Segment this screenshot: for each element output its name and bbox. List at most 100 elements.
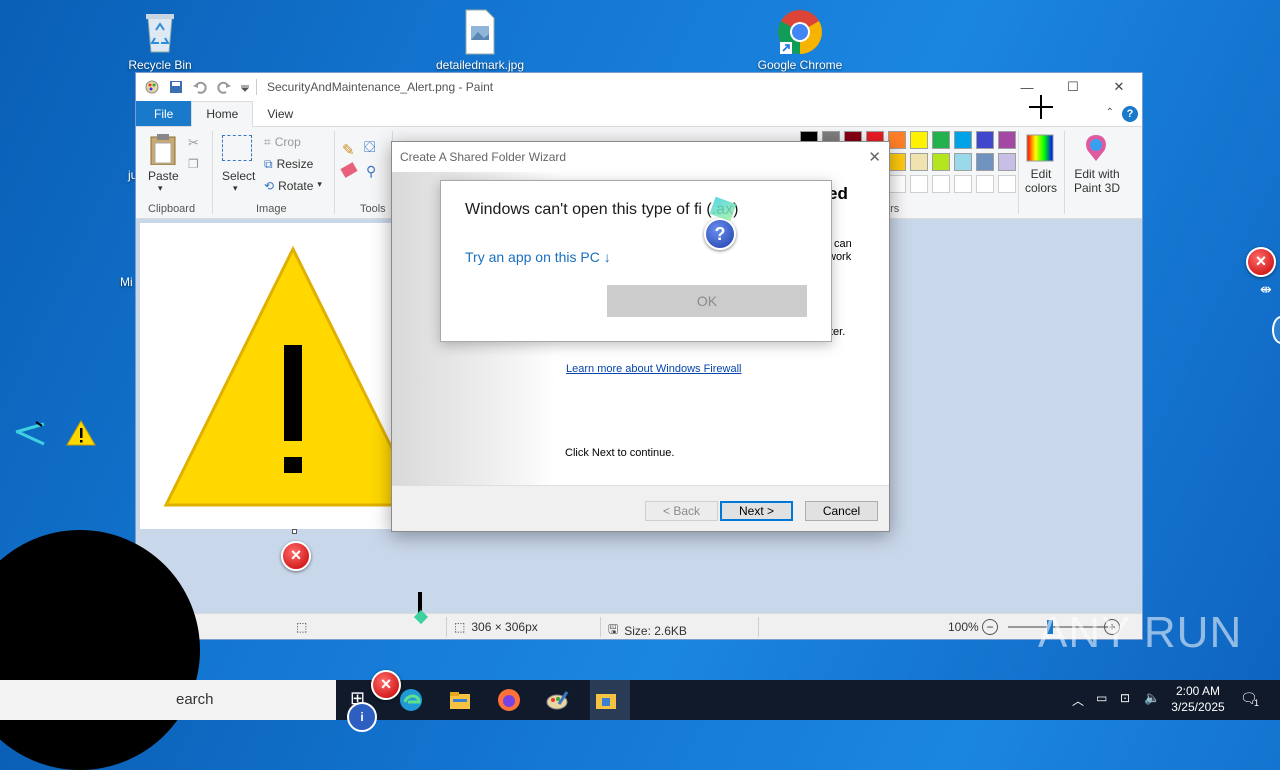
paste-label: Paste	[148, 169, 179, 183]
select-dropdown-icon[interactable]: ▾	[233, 183, 238, 194]
ok-button[interactable]: OK	[607, 285, 807, 317]
custom-color-swatch[interactable]	[910, 175, 928, 193]
tab-file[interactable]: File	[136, 101, 192, 126]
ribbon-tabs: File Home View ⌃ ?	[136, 101, 1142, 127]
image-file-icon	[456, 8, 504, 56]
color-swatch[interactable]	[932, 153, 950, 171]
firewall-link[interactable]: Learn more about Windows Firewall	[566, 363, 741, 375]
tray-chevron-icon[interactable]: ︿	[1072, 692, 1084, 709]
paste-button[interactable]	[148, 133, 178, 168]
file-size-text: Size: 2.6KB	[624, 623, 687, 638]
resize-label: Resize	[276, 157, 314, 171]
error-icon[interactable]: ×	[371, 670, 401, 700]
paste-dropdown-icon[interactable]: ▾	[158, 183, 163, 194]
paint3d-icon[interactable]	[1082, 133, 1110, 166]
try-app-link[interactable]: Try an app on this PC ↓	[465, 249, 611, 265]
resize-icon: ⧉	[264, 157, 273, 171]
paint-taskbar-icon[interactable]	[545, 688, 569, 712]
back-button[interactable]: < Back	[645, 501, 718, 521]
color-swatch[interactable]	[888, 131, 906, 149]
chrome-icon	[776, 8, 824, 56]
group-label-clipboard: Clipboard	[148, 203, 196, 215]
save-icon[interactable]	[168, 79, 184, 95]
desktop-icon-detailedmark[interactable]: detailedmark.jpg	[425, 8, 535, 72]
group-label-tools: Tools	[360, 203, 386, 215]
partial-icon	[1272, 316, 1280, 344]
eraser-icon[interactable]	[340, 162, 358, 178]
redo-icon[interactable]	[216, 79, 232, 95]
volume-icon[interactable]: 🔈	[1144, 690, 1160, 706]
search-placeholder: earch	[176, 691, 214, 708]
resize-handle[interactable]	[292, 529, 297, 534]
cut-icon[interactable]: ✂	[188, 135, 199, 151]
color-swatch[interactable]	[954, 131, 972, 149]
wizard-footer: < Back Next > Cancel	[392, 485, 889, 531]
edit-with-paint3d-label[interactable]: Edit with Paint 3D	[1072, 167, 1122, 195]
custom-color-swatch[interactable]	[976, 175, 994, 193]
custom-color-swatch[interactable]	[888, 175, 906, 193]
paint-app-icon	[144, 79, 160, 95]
edge-icon[interactable]	[399, 688, 423, 712]
canvas-dimensions: ⬚ 306 × 306px	[454, 620, 538, 634]
tab-home[interactable]: Home	[191, 101, 254, 127]
notification-count: 1	[1254, 698, 1260, 708]
network-icon[interactable]: ⊡	[1120, 691, 1130, 705]
color-swatch[interactable]	[888, 153, 906, 171]
wizard-close-icon[interactable]: ✕	[868, 148, 881, 166]
error-icon[interactable]: ×	[281, 541, 311, 571]
search-box[interactable]: earch	[0, 680, 336, 720]
copy-icon[interactable]: ❐	[188, 157, 199, 171]
edit-colors-label[interactable]: Edit colors	[1024, 167, 1058, 195]
close-button[interactable]: ✕	[1096, 73, 1142, 101]
warning-icon[interactable]	[66, 420, 96, 449]
paste-icon	[150, 134, 176, 166]
custom-color-swatch[interactable]	[932, 175, 950, 193]
crosshair-cursor-icon	[1028, 94, 1054, 123]
clock[interactable]: 2:00 AM 3/25/2025	[1168, 684, 1228, 714]
custom-color-swatch[interactable]	[998, 175, 1016, 193]
color-swatch[interactable]	[976, 131, 994, 149]
pencil-icon[interactable]: ✎	[342, 141, 355, 159]
color-swatch[interactable]	[910, 131, 928, 149]
wizard-taskbar-icon[interactable]	[594, 688, 618, 712]
arrow-down-icon: ↓	[603, 249, 611, 265]
color-swatch[interactable]	[910, 153, 928, 171]
rotate-label: Rotate	[278, 179, 314, 193]
color-swatch[interactable]	[998, 131, 1016, 149]
customize-qat-icon[interactable]	[240, 79, 250, 95]
fill-icon[interactable]: ⛋	[364, 139, 375, 156]
info-icon: i	[347, 702, 377, 732]
rotate-icon: ⟲	[264, 179, 275, 193]
desktop-icon-google-chrome[interactable]: Google Chrome	[745, 8, 855, 72]
color-swatch[interactable]	[954, 153, 972, 171]
desktop-label-fragment: Mi	[120, 275, 133, 289]
paint-titlebar: SecurityAndMaintenance_Alert.png - Paint…	[136, 73, 1142, 101]
zoom-out-button[interactable]: −	[982, 619, 998, 635]
color-swatch[interactable]	[998, 153, 1016, 171]
next-button[interactable]: Next >	[720, 501, 793, 521]
error-icon[interactable]: ×	[1246, 247, 1276, 277]
color-picker-icon[interactable]: ⚲	[366, 163, 376, 180]
select-label[interactable]: Select	[222, 169, 255, 183]
edit-colors-button[interactable]	[1025, 133, 1055, 166]
firefox-icon[interactable]	[497, 688, 521, 712]
collapse-ribbon-icon[interactable]: ⌃	[1106, 107, 1114, 118]
custom-color-swatch[interactable]	[954, 175, 972, 193]
tab-view[interactable]: View	[253, 101, 307, 126]
help-icon[interactable]: ?	[1122, 106, 1138, 122]
maximize-button[interactable]: ☐	[1050, 73, 1096, 101]
undo-icon[interactable]	[192, 79, 208, 95]
battery-icon[interactable]: ▭	[1096, 691, 1107, 705]
rotate-button[interactable]: ⟲ Rotate ▾	[264, 179, 322, 193]
color-swatch[interactable]	[976, 153, 994, 171]
select-icon[interactable]	[222, 135, 252, 161]
desktop-icon-recycle-bin[interactable]: Recycle Bin	[105, 8, 215, 72]
window-title: SecurityAndMaintenance_Alert.png - Paint	[267, 80, 494, 94]
resize-button[interactable]: ⧉ Resize	[264, 157, 313, 172]
cancel-button[interactable]: Cancel	[805, 501, 878, 521]
file-explorer-icon[interactable]	[448, 688, 472, 712]
crop-icon: ⌗	[264, 135, 271, 149]
color-swatch[interactable]	[932, 131, 950, 149]
group-label-image: Image	[256, 203, 287, 215]
crop-button[interactable]: ⌗ Crop	[264, 135, 301, 150]
